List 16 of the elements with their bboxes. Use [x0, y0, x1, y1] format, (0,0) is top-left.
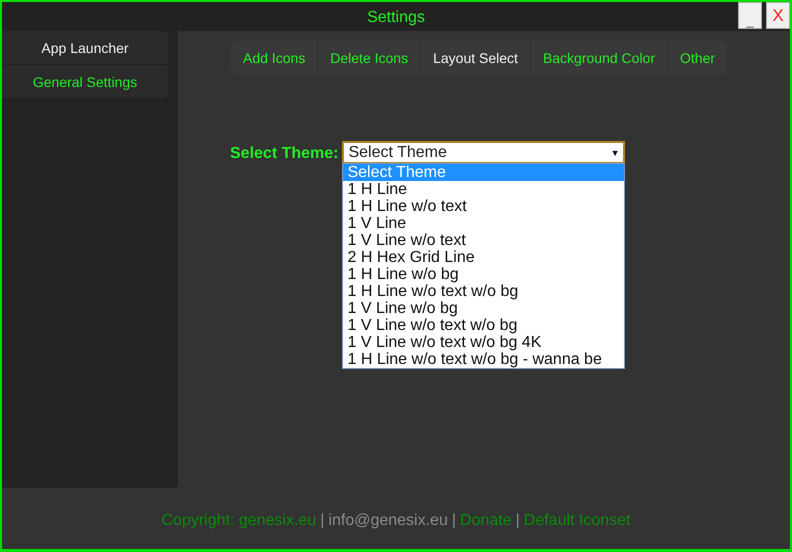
sidebar-item[interactable]: App Launcher — [2, 31, 168, 65]
footer-separator: | — [320, 512, 324, 530]
footer-separator: | — [452, 512, 456, 530]
tab[interactable]: Delete Icons — [317, 41, 420, 75]
tab[interactable]: Add Icons — [231, 41, 318, 75]
tab[interactable]: Layout Select — [420, 41, 530, 75]
sidebar-item[interactable]: General Settings — [2, 65, 168, 98]
tab[interactable]: Other — [667, 41, 728, 75]
footer-email: info@genesix.eu — [328, 512, 448, 530]
theme-select[interactable]: Select Theme ▼ — [342, 141, 626, 164]
window-title: Settings — [367, 8, 425, 26]
tab[interactable]: Background Color — [530, 41, 667, 75]
caret-icon: ▼ — [610, 148, 620, 158]
minimize-button[interactable]: _ — [738, 2, 762, 29]
theme-label: Select Theme: — [230, 145, 338, 163]
footer-separator: | — [516, 512, 520, 530]
